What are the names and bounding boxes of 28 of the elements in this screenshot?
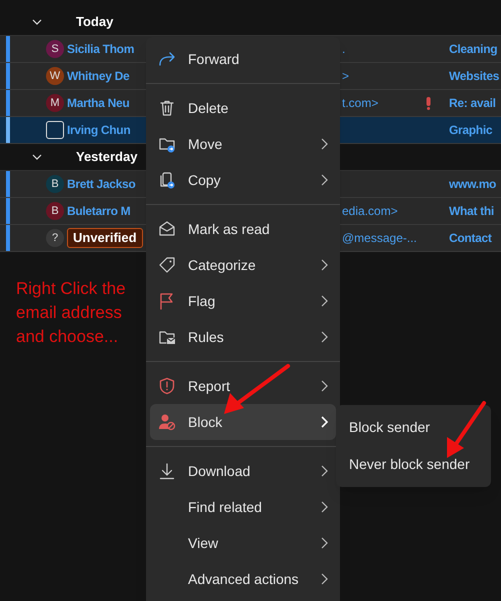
subject-text: Websites (449, 69, 500, 83)
group-header: Today (76, 13, 114, 32)
subject-text: www.mo (449, 177, 496, 191)
sender-address: > (342, 69, 350, 83)
sender-address: t.com> (342, 96, 378, 110)
avatar: B (46, 175, 64, 193)
avatar: B (46, 202, 64, 220)
unverified-badge: Unverified (67, 228, 143, 248)
group-header: Yesterday (76, 148, 138, 166)
avatar: M (46, 94, 64, 112)
sender-name: Whitney De (67, 69, 130, 83)
avatar: S (46, 40, 64, 58)
avatar: ? (46, 229, 64, 247)
subject-text: Re: avail (449, 96, 496, 110)
sender-address: . (342, 42, 346, 56)
sender-name: Irving Chun (67, 123, 130, 137)
sender-name: Brett Jackso (67, 177, 136, 191)
sender-address: @message-... (342, 231, 417, 245)
sender-address: edia.com> (342, 204, 398, 218)
sender-name: Martha Neu (67, 96, 130, 110)
avatar: W (46, 67, 64, 85)
sender-name: Sicilia Thom (67, 42, 134, 56)
instruction-text: Right Click the email address and choose... (16, 278, 127, 348)
subject-text: Cleaning (449, 42, 498, 56)
subject-text: What thi (449, 204, 494, 218)
subject-text: Graphic (449, 123, 492, 137)
sender-name: Buletarro M (67, 204, 130, 218)
subject-text: Contact (449, 231, 492, 245)
